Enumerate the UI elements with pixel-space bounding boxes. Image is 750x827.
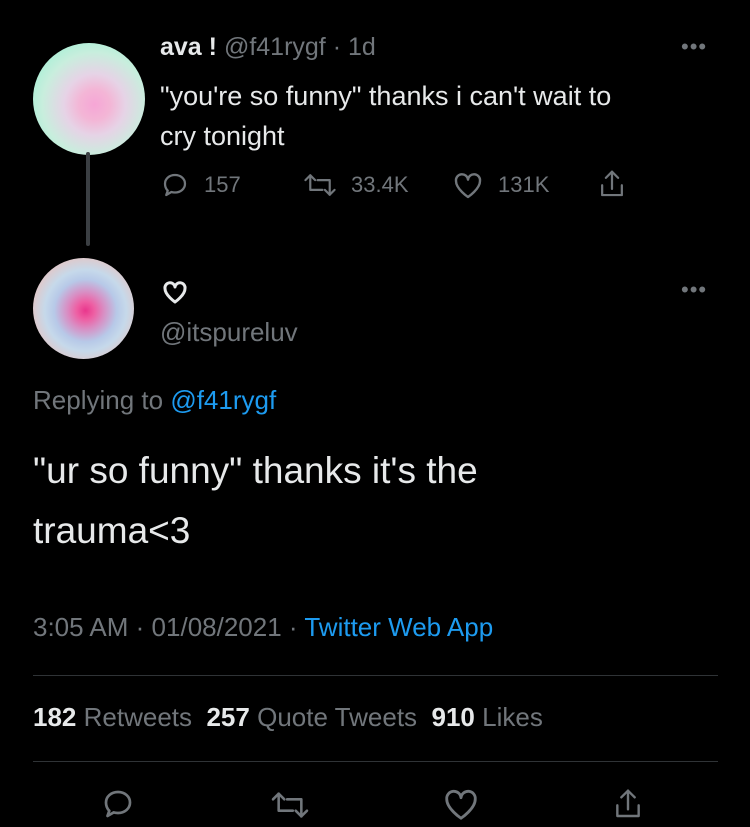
like-button[interactable] [442,786,480,827]
tweet2-time: 3:05 AM [33,612,129,642]
tweet1-retweet-action[interactable]: 33.4K [303,170,409,200]
heart-outline-icon [163,281,187,304]
tweet2-text: "ur so funny" thanks it's the trauma<3 [33,441,478,561]
reply-icon [104,790,132,818]
tweet2-meta: 3:05 AM · 01/08/2021 · Twitter Web App [33,612,493,643]
share-icon [616,789,640,818]
tweet2-display-name-icon[interactable] [160,278,190,311]
likes-count: 910 [431,702,475,732]
tweet1-like-action[interactable]: 131K [452,170,549,200]
divider-top [33,675,718,676]
heart-icon [445,789,477,820]
replying-to: Replying to @f41rygf [33,385,276,416]
tweet1-more-icon[interactable]: ••• [681,36,707,58]
quote-tweets-label: Quote Tweets [257,702,418,732]
retweets-count: 182 [33,702,77,732]
retweet-icon [304,174,336,196]
tweet2-client-link[interactable]: Twitter Web App [304,612,493,642]
reply-button[interactable] [100,786,136,827]
tweet1-text: "you're so funny" thanks i can't wait to… [160,76,611,156]
tweet2-text-line2: trauma<3 [33,510,191,551]
heart-icon [454,173,482,199]
tweet1-header: ava ! @f41rygf · 1d [160,33,376,62]
quote-tweets-count: 257 [206,702,250,732]
tweet2-text-line1: "ur so funny" thanks it's the [33,450,478,491]
avatar-itspureluv[interactable] [33,258,134,359]
reply-icon [163,173,187,197]
tweet1-reply-action[interactable]: 157 [160,170,241,200]
retweets-label: Retweets [83,702,193,732]
share-icon [601,170,623,197]
tweet1-age[interactable]: 1d [348,33,376,61]
tweet2-handle[interactable]: @itspureluv [160,317,298,348]
tweet2-date: 01/08/2021 [151,612,282,642]
tweet2-more-icon[interactable]: ••• [681,279,707,301]
share-button[interactable] [612,786,644,827]
divider-bottom [33,761,718,762]
tweet2-dot2: · [288,612,298,642]
replying-prefix: Replying to [33,385,164,415]
tweet1-reply-count: 157 [204,172,241,197]
retweet-icon [271,792,309,818]
tweet1-handle[interactable]: @f41rygf [224,33,326,61]
thread-connector-line [86,152,90,246]
replying-handle-link[interactable]: @f41rygf [170,385,276,415]
tweet1-retweet-count: 33.4K [351,172,409,197]
quote-tweets-stat[interactable]: 257 Quote Tweets [206,702,417,732]
tweet1-like-count: 131K [498,172,550,197]
tweet1-text-line1: "you're so funny" thanks i can't wait to [160,81,612,111]
tweet1-separator: · [332,33,342,61]
likes-label: Likes [482,702,543,732]
tweet1-display-name[interactable]: ava ! [160,33,217,61]
tweet-stats: 182 Retweets 257 Quote Tweets 910 Likes [33,702,543,733]
tweet1-text-line2: cry tonight [160,121,285,151]
tweet1-share-action[interactable] [597,168,641,200]
avatar-ava[interactable] [33,43,145,155]
tweet2-dot1: · [135,612,145,642]
likes-stat[interactable]: 910 Likes [432,702,543,732]
retweets-stat[interactable]: 182 Retweets [33,702,192,732]
